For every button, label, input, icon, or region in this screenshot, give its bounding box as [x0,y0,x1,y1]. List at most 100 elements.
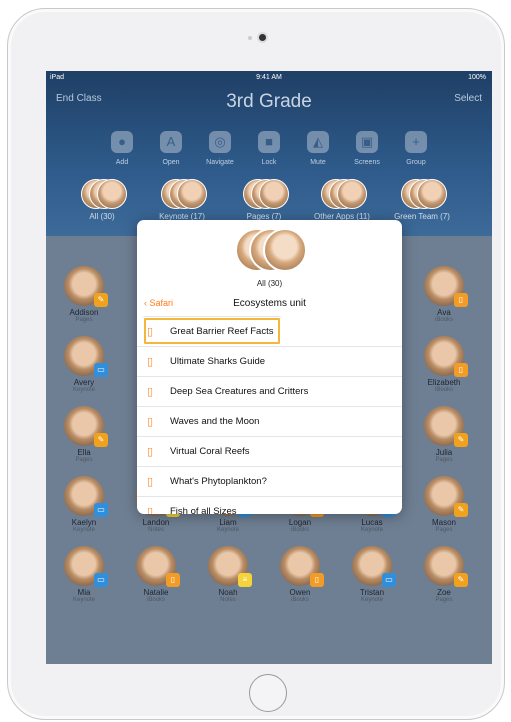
tool-label: Add [115,159,129,166]
book-icon: ▯ [147,446,154,458]
item-label: Deep Sea Creatures and Critters [170,386,309,397]
tool-add[interactable]: ● Add [98,131,146,166]
item-label: Ultimate Sharks Guide [170,356,266,367]
student-tile[interactable]: ▭ Mia Keynote [52,546,116,603]
list-item[interactable]: ▯ What's Phytoplankton? [137,466,402,496]
app-badge-icon: ▯ [310,573,324,587]
tool-label: Mute [310,159,326,166]
group-avatars [155,179,209,209]
student-tile[interactable]: ✎ Zoe Pages [412,546,476,603]
list-item[interactable]: ▯ Virtual Coral Reefs [137,436,402,466]
tool-label: Open [162,159,180,166]
group-avatars [237,179,291,209]
student-name: Landon [142,518,170,527]
group-label: All (30) [89,212,115,221]
student-app: iBooks [434,387,453,393]
student-tile[interactable]: ▭ Kaelyn Keynote [52,476,116,533]
student-name: Addison [69,308,99,317]
class-header: iPad 9:41 AM 100% End Class 3rd Grade Se… [46,71,492,236]
student-app: Keynote [216,527,240,533]
student-tile[interactable]: ▯ Ava iBooks [412,266,476,323]
student-tile[interactable]: ✎ Mason Pages [412,476,476,533]
student-name: Natalie [143,588,169,597]
avatar: ✎ [64,406,108,447]
group-green-team[interactable]: Green Team (7) [382,179,462,221]
student-name: Liam [219,518,237,527]
student-name: Mia [77,588,91,597]
app-badge-icon: ≡ [238,573,252,587]
avatar: ▯ [424,266,468,307]
group-all[interactable]: All (30) [62,179,142,221]
popover-count: All (30) [256,279,283,288]
app-badge-icon: ▭ [94,573,108,587]
student-popover: All (30) ‹ Safari Ecosystems unit ▯ Great… [137,220,402,514]
list-item[interactable]: ▯ Great Barrier Reef Facts [142,316,282,346]
list-item[interactable]: ▯ Waves and the Moon [137,406,402,436]
avatar: ▭ [64,336,108,377]
student-tile[interactable]: ✎ Addison Pages [52,266,116,323]
item-label: Fish of all Sizes [170,506,237,514]
tool-label: Navigate [206,159,234,166]
student-tile[interactable]: ▯ Elizabeth iBooks [412,336,476,393]
student-tile[interactable]: ▭ Tristan Keynote [340,546,404,603]
student-name: Mason [431,518,456,527]
front-camera [259,34,266,41]
app-badge-icon: ✎ [94,433,108,447]
app-badge-icon: ▭ [382,573,396,587]
student-app: Keynote [72,387,96,393]
tool-group[interactable]: + Group [392,131,440,166]
student-app: iBooks [290,527,309,533]
student-name: Ava [437,308,451,317]
student-app: Keynote [72,597,96,603]
book-icon: ▯ [147,476,154,488]
student-tile[interactable]: ≡ Noah Notes [196,546,260,603]
select-button[interactable]: Select [454,93,482,104]
screens-icon: ▣ [356,131,378,153]
app-badge-icon: ▯ [454,293,468,307]
item-label: What's Phytoplankton? [170,476,267,487]
app-badge-icon: ✎ [454,433,468,447]
student-tile[interactable]: ✎ Julia Pages [412,406,476,463]
group-other-apps[interactable]: Other Apps (11) [302,179,382,221]
student-tile[interactable]: ▯ Owen iBooks [268,546,332,603]
app-badge-icon: ▯ [454,363,468,377]
book-icon: ▯ [147,386,154,398]
status-battery: 100% [468,74,486,81]
student-app: Notes [220,597,236,603]
list-item[interactable]: ▯ Fish of all Sizes [137,496,402,514]
open-app-icon: A [160,131,182,153]
student-app: Pages [75,457,93,463]
avatar: ▭ [352,546,396,587]
tool-mute[interactable]: ◭ Mute [294,131,342,166]
avatar: ▯ [424,336,468,377]
student-tile[interactable]: ▯ Natalie iBooks [124,546,188,603]
tool-navigate[interactable]: ◎ Navigate [196,131,244,166]
group-pages[interactable]: Pages (7) [224,179,304,221]
app-badge-icon: ▯ [166,573,180,587]
avatar: ▯ [136,546,180,587]
list-item[interactable]: ▯ Ultimate Sharks Guide [137,346,402,376]
student-tile[interactable]: ▭ Avery Keynote [52,336,116,393]
student-name: Noah [218,588,238,597]
item-label: Waves and the Moon [170,416,260,427]
home-button[interactable] [249,674,287,712]
tool-lock[interactable]: ■ Lock [245,131,293,166]
student-name: Tristan [359,588,385,597]
tool-screens[interactable]: ▣ Screens [343,131,391,166]
group-keynote[interactable]: Keynote (17) [142,179,222,221]
tool-open[interactable]: A Open [147,131,195,166]
student-app: Keynote [360,527,384,533]
avatar: ▯ [280,546,324,587]
app-badge-icon: ✎ [454,503,468,517]
tool-label: Group [406,159,426,166]
sensor-dot [248,36,252,40]
student-name: Elizabeth [427,378,461,387]
mute-bell-icon: ◭ [307,131,329,153]
app-badge-icon: ▭ [94,503,108,517]
list-item[interactable]: ▯ Deep Sea Creatures and Critters [137,376,402,406]
avatar: ✎ [424,406,468,447]
popover-title: Ecosystems unit [233,298,306,309]
student-name: Julia [435,448,453,457]
student-tile[interactable]: ✎ Ella Pages [52,406,116,463]
group-avatars [315,179,369,209]
